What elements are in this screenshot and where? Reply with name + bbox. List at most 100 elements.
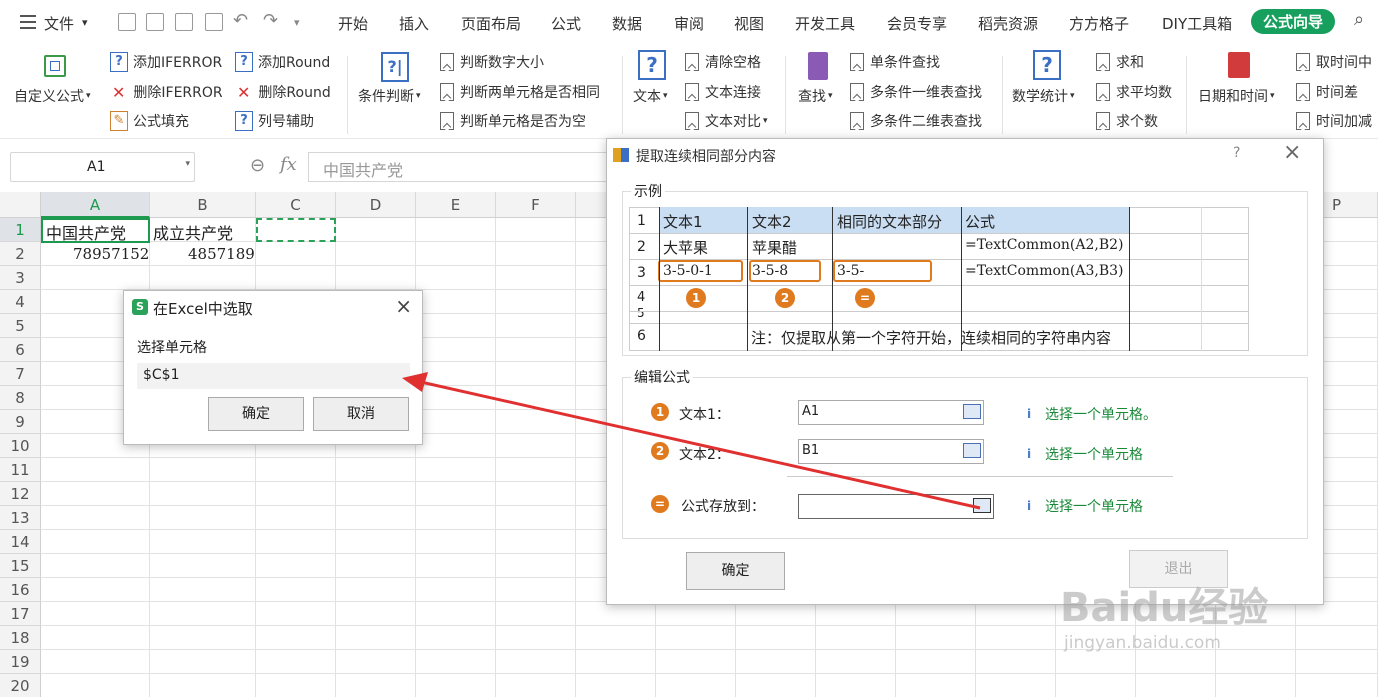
time-diff-button[interactable]: 时间差 — [1296, 82, 1358, 102]
row-header-17[interactable]: 17 — [0, 602, 41, 626]
row-header-6[interactable]: 6 — [0, 338, 41, 362]
cell-a2[interactable]: 78957152 — [73, 245, 149, 263]
more-icon[interactable]: ▾ — [294, 16, 300, 29]
single-lookup-button[interactable]: 单条件查找 — [850, 52, 940, 72]
file-menu[interactable]: 文件 — [44, 13, 74, 34]
row-header-5[interactable]: 5 — [0, 314, 41, 338]
cond-judge-button[interactable]: 条件判断 ▾ — [358, 86, 421, 106]
row-header-4[interactable]: 4 — [0, 290, 41, 314]
row-header-12[interactable]: 12 — [0, 482, 41, 506]
formula-input[interactable]: 中国共产党 — [308, 152, 608, 182]
lookup-button[interactable]: 查找 ▾ — [798, 86, 833, 106]
tab-data[interactable]: 数据 — [612, 13, 642, 34]
row-header-14[interactable]: 14 — [0, 530, 41, 554]
chevron-down-icon[interactable]: ▾ — [82, 16, 88, 29]
tab-formulas[interactable]: 公式 — [551, 13, 581, 34]
text-icon[interactable]: ? — [638, 50, 666, 80]
column-header-a[interactable]: A — [41, 192, 150, 218]
range-picker-icon[interactable] — [973, 498, 991, 513]
clear-space-button[interactable]: 清除空格 — [685, 52, 761, 72]
row-header-19[interactable]: 19 — [0, 650, 41, 674]
column-header-b[interactable]: B — [150, 192, 256, 218]
col-helper-button[interactable]: ? 列号辅助 — [235, 111, 314, 131]
export-icon[interactable] — [146, 13, 164, 31]
time-add-button[interactable]: 时间加减 — [1296, 111, 1372, 131]
cell-a1[interactable]: 中国共产党 — [46, 220, 126, 244]
column-header-d[interactable]: D — [336, 192, 416, 218]
row-header-11[interactable]: 11 — [0, 458, 41, 482]
row-header-13[interactable]: 13 — [0, 506, 41, 530]
chevron-down-icon[interactable]: ▾ — [185, 159, 190, 169]
row-header-9[interactable]: 9 — [0, 410, 41, 434]
copy-marquee-c1[interactable] — [256, 218, 336, 242]
tab-review[interactable]: 审阅 — [674, 13, 704, 34]
avg-button[interactable]: 求平均数 — [1096, 82, 1172, 102]
tab-diy[interactable]: DIY工具箱 — [1162, 13, 1232, 34]
tab-view[interactable]: 视图 — [734, 13, 764, 34]
output-input[interactable] — [798, 494, 994, 519]
save-icon[interactable] — [118, 13, 136, 31]
main-ok-button[interactable]: 确定 — [686, 552, 785, 590]
name-box[interactable]: A1 ▾ — [10, 152, 195, 182]
count-button[interactable]: 求个数 — [1096, 111, 1158, 131]
pick-cell-input[interactable]: $C$1 — [137, 363, 410, 389]
tab-insert[interactable]: 插入 — [399, 13, 429, 34]
cell-b1[interactable]: 成立共产党 — [153, 220, 233, 244]
tab-page-layout[interactable]: 页面布局 — [461, 13, 521, 34]
text-compare-button[interactable]: 文本对比 ▾ — [685, 111, 768, 131]
row-header-16[interactable]: 16 — [0, 578, 41, 602]
hamburger-icon[interactable] — [20, 15, 36, 29]
row-header-1[interactable]: 1 — [0, 218, 41, 242]
search-icon[interactable]: ⌕ — [1354, 9, 1364, 30]
pick-cancel-button[interactable]: 取消 — [313, 397, 409, 431]
datetime-button[interactable]: 日期和时间 ▾ — [1198, 86, 1275, 106]
close-icon[interactable]: × — [1283, 140, 1301, 165]
tab-formula-wizard[interactable]: 公式向导 — [1251, 9, 1336, 34]
sum-button[interactable]: 求和 — [1096, 52, 1144, 72]
del-iferror-button[interactable]: ✕ 删除IFERROR — [112, 82, 223, 102]
multi-2d-lookup-button[interactable]: 多条件二维表查找 — [850, 111, 982, 131]
custom-formula-icon[interactable] — [44, 55, 66, 77]
tab-member[interactable]: 会员专享 — [887, 13, 947, 34]
tab-ffcell[interactable]: 方方格子 — [1069, 13, 1129, 34]
redo-icon[interactable]: ↷ — [263, 10, 278, 31]
tab-docer[interactable]: 稻壳资源 — [978, 13, 1038, 34]
zoom-icon[interactable]: ⊖ — [250, 155, 265, 176]
row-header-20[interactable]: 20 — [0, 674, 41, 697]
print-icon[interactable] — [175, 13, 193, 31]
judge-empty-button[interactable]: 判断单元格是否为空 — [440, 111, 586, 131]
help-icon[interactable]: ? — [1233, 145, 1240, 161]
judge-size-button[interactable]: 判断数字大小 — [440, 52, 544, 72]
column-header-c[interactable]: C — [256, 192, 336, 218]
custom-formula-button[interactable]: 自定义公式 ▾ — [14, 86, 91, 106]
cell-b2[interactable]: 4857189 — [188, 245, 255, 263]
lookup-icon[interactable] — [808, 52, 828, 80]
select-all-corner[interactable] — [0, 192, 41, 218]
math-stats-icon[interactable]: ? — [1033, 50, 1061, 80]
row-header-7[interactable]: 7 — [0, 362, 41, 386]
pick-ok-button[interactable]: 确定 — [208, 397, 304, 431]
preview-icon[interactable] — [205, 13, 223, 31]
row-header-3[interactable]: 3 — [0, 266, 41, 290]
del-round-button[interactable]: ✕ 删除Round — [237, 82, 331, 102]
calendar-icon[interactable] — [1228, 52, 1250, 78]
text-concat-button[interactable]: 文本连接 — [685, 82, 761, 102]
text2-input[interactable]: B1 — [798, 439, 984, 464]
range-picker-icon[interactable] — [963, 404, 981, 419]
column-header-e[interactable]: E — [416, 192, 496, 218]
tab-home[interactable]: 开始 — [338, 13, 368, 34]
formula-fill-button[interactable]: ✎ 公式填充 — [110, 111, 189, 131]
row-header-2[interactable]: 2 — [0, 242, 41, 266]
tab-developer[interactable]: 开发工具 — [795, 13, 855, 34]
text-button[interactable]: 文本 ▾ — [633, 86, 668, 106]
range-picker-icon[interactable] — [963, 443, 981, 458]
row-header-18[interactable]: 18 — [0, 626, 41, 650]
add-round-button[interactable]: ? 添加Round — [235, 52, 330, 72]
text1-input[interactable]: A1 — [798, 400, 984, 425]
row-header-15[interactable]: 15 — [0, 554, 41, 578]
judge-two-same-button[interactable]: 判断两单元格是否相同 — [440, 82, 600, 102]
add-iferror-button[interactable]: ? 添加IFERROR — [110, 52, 222, 72]
multi-1d-lookup-button[interactable]: 多条件一维表查找 — [850, 82, 982, 102]
get-time-button[interactable]: 取时间中 — [1296, 52, 1372, 72]
row-header-10[interactable]: 10 — [0, 434, 41, 458]
